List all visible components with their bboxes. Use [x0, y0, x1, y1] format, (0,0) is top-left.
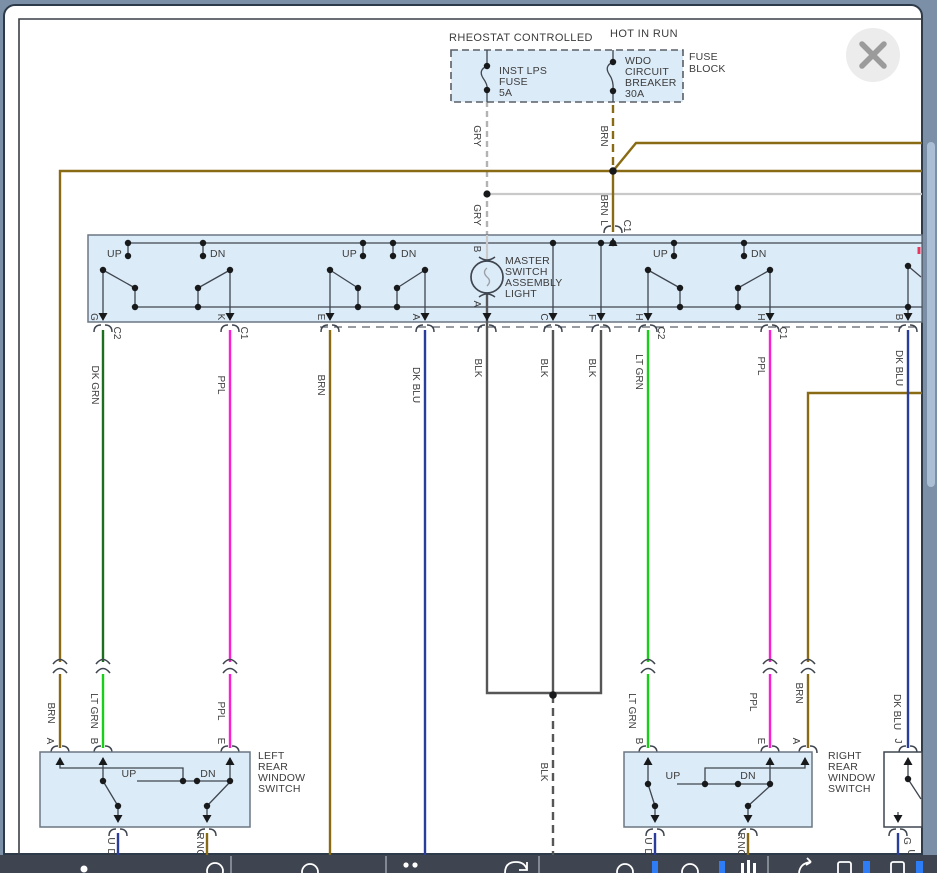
- up-label-1: UP: [107, 248, 122, 260]
- gry-label-top: GRY: [471, 125, 482, 147]
- pin-e-lr: E: [215, 738, 226, 745]
- pin-a-lr: A: [44, 738, 55, 745]
- light-pin-a: A: [471, 301, 482, 308]
- frag-n-1: N: [194, 841, 205, 848]
- page-current-icon[interactable]: [863, 861, 870, 873]
- dn-label-2: DN: [401, 248, 417, 260]
- brn-label-rr: BRN: [793, 682, 804, 703]
- dkblu-label-b: DK BLU: [893, 350, 904, 386]
- lr-up-label: UP: [122, 768, 137, 780]
- blk-junction-dot: [549, 691, 557, 699]
- pointer-icon[interactable]: [81, 866, 88, 873]
- wire-blk-group: [487, 330, 601, 695]
- fuse-block-label-2: BLOCK: [689, 63, 726, 75]
- up-label-2: UP: [342, 248, 357, 260]
- bottom-toolbar: [0, 855, 937, 873]
- pin-a-rr: A: [790, 738, 801, 745]
- diagram-frame: [19, 19, 922, 855]
- pin-b-top: B: [893, 314, 904, 321]
- brn-label-top: BRN: [598, 125, 609, 146]
- dkgrn-label: DK GRN: [89, 366, 100, 405]
- right-rear-window-switch: UP DN: [624, 752, 812, 827]
- conn-c2-right: C2: [655, 327, 666, 340]
- pin-a-top: A: [410, 314, 421, 321]
- page-last-icon[interactable]: [916, 861, 923, 873]
- ppl-label-lr: PPL: [215, 702, 226, 721]
- dkblu-label-rr: DK BLU: [891, 694, 902, 730]
- fuse-block: RHEOSTAT CONTROLLED HOT IN RUN FUSE BLOC…: [449, 28, 726, 102]
- rr-up-label: UP: [666, 770, 681, 782]
- hot-in-run-label: HOT IN RUN: [610, 28, 678, 40]
- pin-c-top: C: [538, 313, 549, 320]
- ltgrn-label-rr: LT GRN: [626, 693, 637, 729]
- rheostat-controlled-label: RHEOSTAT CONTROLLED: [449, 32, 593, 44]
- brn-label-lr: BRN: [45, 702, 56, 723]
- dn-label-1: DN: [210, 248, 226, 260]
- gry-label-mid: GRY: [471, 204, 482, 226]
- pin-h-1: H: [633, 313, 644, 320]
- pin-h-2: H: [755, 313, 766, 320]
- fuse-block-label-1: FUSE: [689, 51, 718, 63]
- ppl-label-1: PPL: [215, 376, 226, 395]
- conn-c1-top: C1: [621, 220, 632, 233]
- lr-dn-label: DN: [200, 768, 216, 780]
- ppl-label-2: PPL: [755, 357, 766, 376]
- brn-junction-dot: [609, 167, 617, 175]
- pin-g-fr: G: [901, 837, 912, 845]
- pin-b-rr: B: [633, 738, 644, 745]
- frag-u-2: U: [642, 837, 653, 844]
- conn-c1-right: C1: [777, 327, 788, 340]
- frag-r-1: R: [194, 832, 205, 839]
- light-pin-b: B: [471, 246, 482, 253]
- dn-label-3: DN: [751, 248, 767, 260]
- pin-d-lr: D: [105, 848, 116, 855]
- dkblu-label-a: DK BLU: [410, 367, 421, 403]
- blk-label-3: BLK: [586, 359, 597, 378]
- pin-f-top: F: [586, 314, 597, 320]
- pin-d-rr: D: [642, 848, 653, 855]
- gry-junction-dot: [483, 190, 490, 197]
- rr-dn-label: DN: [740, 770, 756, 782]
- pin-k: K: [215, 314, 226, 321]
- toolbar-background: [0, 855, 937, 873]
- pin-e-top: E: [315, 314, 326, 321]
- ppl-label-rr: PPL: [747, 693, 758, 712]
- right-rear-label-4: SWITCH: [828, 783, 871, 795]
- left-rear-switch-box: [40, 752, 250, 827]
- far-right-switch: [884, 752, 922, 827]
- blk-label-gnd: BLK: [538, 763, 549, 782]
- frag-r-2: R: [735, 832, 746, 839]
- inst-fuse-label-3: 5A: [499, 87, 512, 99]
- wire-brn-branch-upper: [613, 143, 922, 171]
- left-rear-label-4: SWITCH: [258, 783, 301, 795]
- accent-tick-2: [719, 861, 725, 873]
- left-rear-window-switch: UP DN: [40, 752, 250, 827]
- master-label-4: LIGHT: [505, 288, 537, 300]
- conn-c1-left: C1: [238, 327, 249, 340]
- wiring-diagram: RHEOSTAT CONTROLLED HOT IN RUN FUSE BLOC…: [0, 0, 937, 873]
- conn-c2-left: C2: [111, 327, 122, 340]
- wire-brn-right-rear: [808, 393, 922, 748]
- frag-n-2: N: [735, 841, 746, 848]
- far-right-switch-box: [884, 752, 922, 827]
- pin-g: G: [88, 313, 99, 321]
- ltgrn-label-1: LT GRN: [633, 354, 644, 390]
- pin-e-rr: E: [755, 738, 766, 745]
- pin-b-lr: B: [88, 738, 99, 745]
- scrollbar-thumb[interactable]: [927, 142, 935, 487]
- inline-splices: [53, 660, 815, 674]
- frag-u-1: U: [105, 837, 116, 844]
- blk-label-1: BLK: [472, 359, 483, 378]
- pin-l: L: [598, 220, 609, 226]
- brn-label-e: BRN: [315, 374, 326, 395]
- close-button[interactable]: [846, 28, 900, 82]
- breaker-label-4: 30A: [625, 88, 644, 100]
- blk-label-2: BLK: [538, 359, 549, 378]
- pin-j: J: [892, 739, 903, 744]
- master-switch-assembly: UP DN UP DN UP DN MASTER SWITCH ASSEMBLY…: [88, 235, 922, 330]
- accent-tick-1: [652, 861, 658, 873]
- brn-label-c1: BRN: [598, 194, 609, 215]
- ltgrn-label-lr: LT GRN: [88, 693, 99, 729]
- up-label-3: UP: [653, 248, 668, 260]
